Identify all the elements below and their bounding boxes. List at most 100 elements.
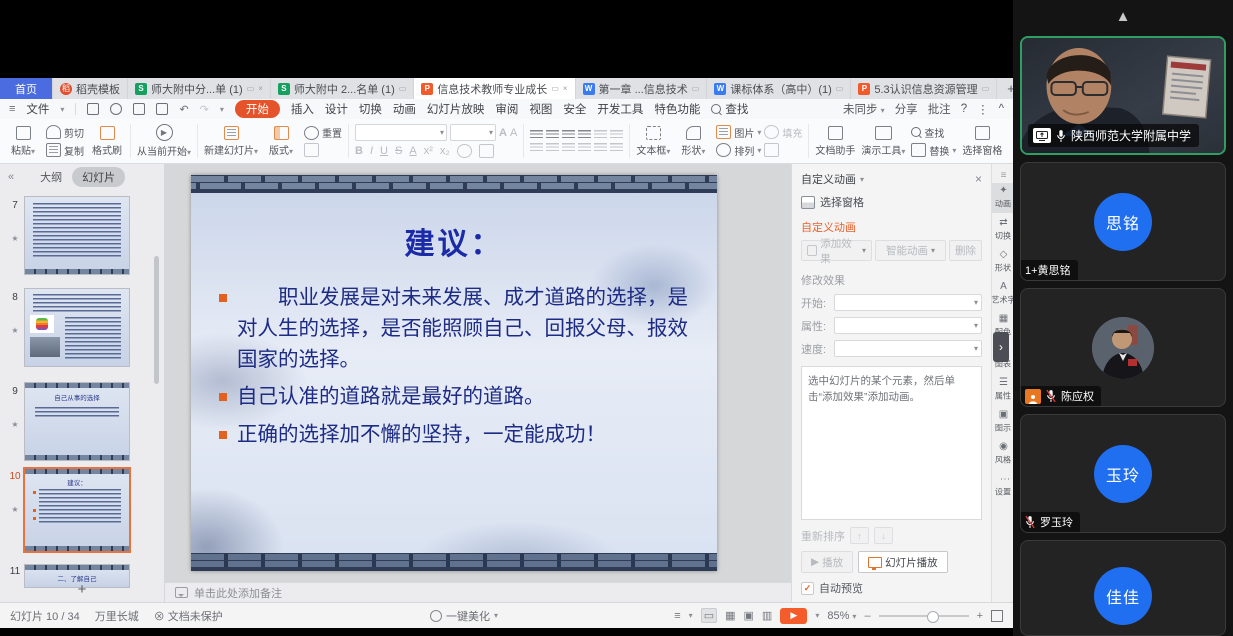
doc-assistant-button[interactable]: 文档助手	[815, 121, 855, 161]
slideshow-play-button[interactable]: 幻灯片播放	[858, 551, 948, 573]
tab-word-2[interactable]: W 课标体系（高中）(1) ▭	[707, 78, 851, 99]
notes-view-button[interactable]: ▥	[762, 609, 772, 622]
fullscreen-icon[interactable]	[991, 610, 1003, 622]
arrange-button[interactable]: 排列	[734, 143, 754, 158]
zoom-level[interactable]: 85% ▾	[827, 610, 856, 622]
format-painter-button[interactable]: 格式刷	[90, 121, 124, 161]
notes-bar[interactable]: 单击此处添加备注	[165, 582, 791, 602]
menu-item-design[interactable]: 设计	[325, 101, 348, 117]
doc-protection-status[interactable]: ⊗ 文档未保护	[154, 608, 223, 624]
zoom-in-button[interactable]: +	[977, 610, 983, 622]
find-button[interactable]: 查找	[911, 125, 956, 140]
menu-item-security[interactable]: 安全	[563, 101, 586, 117]
sidebar-animation[interactable]: ✦动画	[992, 183, 1015, 213]
animation-list-box[interactable]: 选中幻灯片的某个元素，然后单击“添加效果”添加动画。	[801, 366, 982, 520]
hamburger-icon[interactable]: ≡	[9, 103, 15, 115]
shapes-button[interactable]: 形状▾	[676, 121, 710, 161]
slideshow-button[interactable]: ▶	[780, 608, 807, 624]
zoom-out-button[interactable]: –	[864, 610, 870, 622]
smart-animation-button[interactable]: 智能动画▾	[875, 240, 946, 261]
slide-body[interactable]: 职业发展是对未来发展、成才道路的选择，是对人生的选择，是否能照顾自己、回报父母、…	[219, 283, 703, 458]
tab-home[interactable]: 首页	[0, 78, 53, 99]
slide-thumbnail-8[interactable]	[24, 288, 130, 367]
thumbnails-scrollbar[interactable]	[154, 256, 159, 384]
font-name-combobox[interactable]: ▾	[355, 124, 447, 141]
tab-active-presentation[interactable]: P 信息技术教师专业成长 ▭ ×	[414, 78, 575, 99]
menu-item-review[interactable]: 审阅	[495, 101, 518, 117]
speed-select[interactable]: ▾	[834, 340, 982, 357]
sidebar-style[interactable]: ◉风格	[992, 439, 1015, 469]
participant-tile-speaker[interactable]: 陕西师范大学附属中学	[1020, 36, 1226, 155]
start-select[interactable]: ▾	[834, 294, 982, 311]
slide-title[interactable]: 建议：	[191, 219, 717, 263]
numbered-list-icon[interactable]	[546, 130, 559, 140]
sync-status[interactable]: 未同步 ▾	[843, 101, 885, 117]
selection-pane-button[interactable]: 选择窗格	[962, 121, 1002, 161]
menu-item-slideshow[interactable]: 幻灯片放映	[427, 101, 485, 117]
drag-handle-icon[interactable]: ≡	[1001, 170, 1007, 181]
normal-view-button[interactable]: ▭	[701, 608, 717, 623]
more-icon[interactable]: ⋮	[977, 102, 989, 116]
one-click-beautify-button[interactable]: 一键美化 ▾	[430, 608, 498, 624]
play-from-current-button[interactable]: ▶ 从当前开始▾	[137, 121, 191, 161]
tab-close-icon[interactable]: ×	[563, 84, 568, 93]
bullet-list-icon[interactable]	[530, 130, 543, 140]
find-menu[interactable]: 查找	[711, 101, 748, 117]
sidebar-shapes[interactable]: ◇形状	[992, 247, 1015, 277]
menu-item-animation[interactable]: 动画	[393, 101, 416, 117]
theme-name[interactable]: 万里长城	[95, 608, 139, 624]
add-slide-button[interactable]: +	[0, 581, 164, 598]
replace-button[interactable]: 替换▾	[911, 143, 956, 158]
close-panel-icon[interactable]: ×	[975, 172, 982, 186]
sidebar-wordart[interactable]: A艺术字	[992, 279, 1015, 309]
font-size-combobox[interactable]: ▾	[450, 124, 496, 141]
property-select[interactable]: ▾	[834, 317, 982, 334]
redo-icon[interactable]: ↷	[200, 103, 209, 116]
participant-tile[interactable]: 佳佳	[1020, 540, 1226, 636]
sidebar-diagram[interactable]: ▣图示	[992, 407, 1015, 437]
caret-down-icon[interactable]: ▾	[860, 175, 864, 184]
layout-button[interactable]: 版式▾	[264, 121, 298, 161]
menu-item-devtools[interactable]: 开发工具	[597, 101, 643, 117]
undo-icon[interactable]: ↶	[179, 103, 188, 116]
menu-item-view[interactable]: 视图	[529, 101, 552, 117]
participant-tile[interactable]: 玉玲 罗玉玲	[1020, 414, 1226, 533]
outdent-icon[interactable]	[562, 130, 575, 140]
checkbox-checked-icon[interactable]: ✓	[801, 582, 814, 595]
copy-button[interactable]: 复制	[46, 143, 84, 158]
text-box-button[interactable]: 文本框▾	[636, 121, 670, 161]
menu-item-start[interactable]: 开始	[235, 100, 280, 118]
collapse-up-icon[interactable]: ▲	[1116, 8, 1131, 25]
menu-item-features[interactable]: 特色功能	[654, 101, 700, 117]
slide-thumbnail-10-selected[interactable]: 建议：	[23, 467, 131, 553]
slide-thumbnail-7[interactable]	[24, 196, 130, 275]
indent-icon[interactable]	[578, 130, 591, 140]
tab-sheet-1[interactable]: S 师大附中分...单 (1) ▭ ×	[128, 78, 271, 99]
participant-tile[interactable]: 思铭 1+黄思铭	[1020, 162, 1226, 281]
caret-down-icon[interactable]: ▾	[815, 611, 819, 620]
paste-button[interactable]: 粘贴▾	[6, 121, 40, 161]
picture-button[interactable]: 图片	[734, 125, 754, 140]
zoom-slider-knob[interactable]	[927, 611, 939, 623]
print-preview-icon[interactable]	[156, 103, 168, 115]
add-effect-button[interactable]: 添加效果▾	[801, 240, 872, 261]
tab-close-icon[interactable]: ×	[258, 84, 263, 93]
reset-button[interactable]: 重置	[304, 125, 342, 140]
slide-editor[interactable]: 建议： 职业发展是对未来发展、成才道路的选择，是对人生的选择，是否能照顾自己、回…	[191, 175, 717, 571]
share-button[interactable]: 分享	[895, 101, 918, 117]
slide-sorter-button[interactable]: ▦	[725, 609, 735, 622]
save-icon[interactable]	[87, 103, 99, 115]
menu-item-insert[interactable]: 插入	[291, 101, 314, 117]
move-up-button[interactable]: ↑	[850, 527, 869, 544]
outline-tab[interactable]: 大纲	[40, 169, 62, 185]
tab-word-1[interactable]: W 第一章 ...信息技术 ▭	[576, 78, 708, 99]
collapse-ribbon-icon[interactable]: ^	[999, 103, 1004, 115]
slides-tab[interactable]: 幻灯片	[72, 167, 125, 187]
auto-preview-row[interactable]: ✓ 自动预览	[801, 580, 982, 596]
participant-tile[interactable]: 陈应权	[1020, 288, 1226, 407]
presentation-tools-button[interactable]: 演示工具▾	[861, 121, 905, 161]
reading-view-button[interactable]: ▣	[744, 609, 754, 622]
collapse-animation-panel-button[interactable]: ›	[993, 332, 1009, 362]
sidebar-transition[interactable]: ⇄切换	[992, 215, 1015, 245]
help-icon[interactable]: ?	[961, 103, 967, 115]
